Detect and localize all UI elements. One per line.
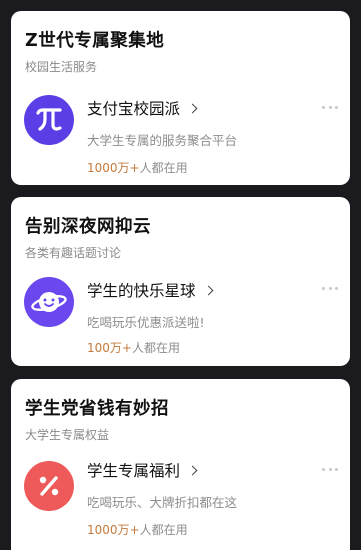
users-count-text: 1000万+人都在用 <box>87 521 188 538</box>
app-description: 吃喝玩乐、大牌折扣都在这 <box>87 495 238 510</box>
users-suffix: 人都在用 <box>139 161 188 175</box>
chevron-right-icon <box>187 465 198 475</box>
more-options-icon[interactable] <box>322 287 338 291</box>
smiling-planet-icon[interactable] <box>24 277 74 327</box>
more-options-icon[interactable] <box>322 468 338 472</box>
app-name[interactable]: 学生专属福利 <box>87 459 198 481</box>
app-item-alipay-campus[interactable]: 支付宝校园派 大学生专属的服务聚合平台 1000万+人都在用 <box>11 11 350 185</box>
more-options-icon[interactable] <box>322 106 338 110</box>
section-card-topics: 告别深夜网抑云 各类有趣话题讨论 学生的快乐星球 吃喝玩乐优惠派送啦! 100万… <box>11 197 350 366</box>
section-card-savings: 学生党省钱有妙招 大学生专属权益 学生专属福利 吃喝玩乐、大牌折扣都在这 100… <box>11 379 350 550</box>
app-description: 吃喝玩乐优惠派送啦! <box>87 315 205 330</box>
percent-icon[interactable] <box>24 461 74 511</box>
app-name[interactable]: 学生的快乐星球 <box>87 279 213 301</box>
app-item-happy-planet[interactable]: 学生的快乐星球 吃喝玩乐优惠派送啦! 100万+人都在用 <box>11 197 350 366</box>
chevron-right-icon <box>203 285 213 295</box>
users-count: 1000万+ <box>87 523 140 537</box>
app-name-label: 支付宝校园派 <box>87 100 181 118</box>
users-suffix: 人都在用 <box>139 523 188 537</box>
app-item-student-benefits[interactable]: 学生专属福利 吃喝玩乐、大牌折扣都在这 1000万+人都在用 <box>11 379 350 550</box>
users-count-text: 1000万+人都在用 <box>87 159 188 176</box>
app-description: 大学生专属的服务聚合平台 <box>87 133 238 148</box>
pi-icon[interactable] <box>24 95 74 145</box>
users-count-text: 100万+人都在用 <box>87 339 180 356</box>
users-suffix: 人都在用 <box>131 341 180 355</box>
users-count: 100万+ <box>87 341 132 355</box>
app-name-label: 学生专属福利 <box>87 462 181 480</box>
app-name[interactable]: 支付宝校园派 <box>87 97 198 119</box>
app-name-label: 学生的快乐星球 <box>87 282 196 300</box>
users-count: 1000万+ <box>87 161 140 175</box>
page: Z世代专属聚集地 校园生活服务 支付宝校园派 大学生专属的服务聚合平台 1000… <box>0 0 361 550</box>
chevron-right-icon <box>187 103 198 113</box>
section-card-campus-life: Z世代专属聚集地 校园生活服务 支付宝校园派 大学生专属的服务聚合平台 1000… <box>11 11 350 185</box>
